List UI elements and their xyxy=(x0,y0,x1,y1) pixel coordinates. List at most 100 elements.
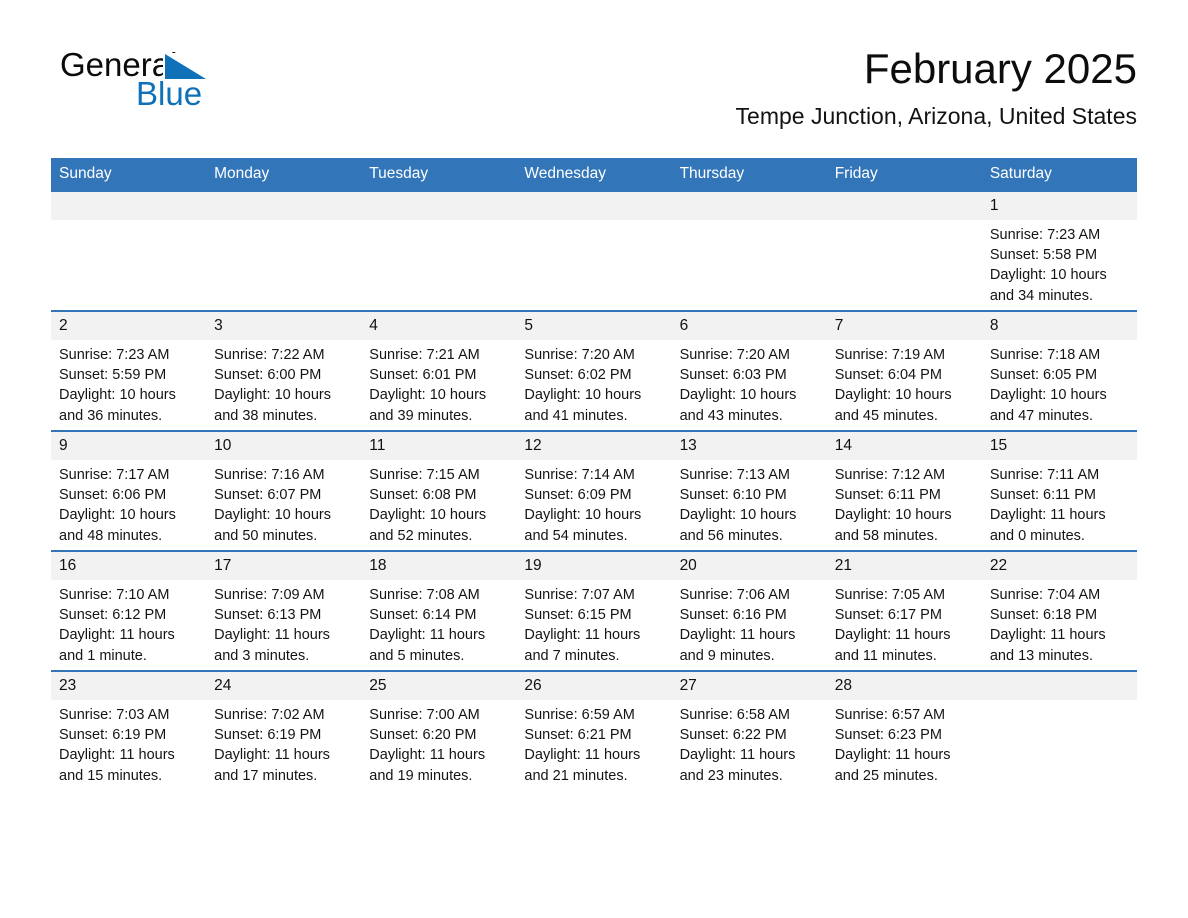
daylight-text: Daylight: 11 hours and 9 minutes. xyxy=(679,627,796,664)
day-details: Sunrise: 7:16 AM Sunset: 6:07 PM Daylight:… xyxy=(206,460,361,546)
sunrise-text: Sunrise: 6:59 AM xyxy=(524,707,635,723)
sunrise-text: Sunrise: 7:22 AM xyxy=(214,347,325,363)
daylight-text: Daylight: 10 hours and 41 minutes. xyxy=(524,387,642,424)
calendar-day-cell[interactable]: 3 Sunrise: 7:22 AM Sunset: 6:00 PM Daylight… xyxy=(206,310,362,431)
title-block: February 2025 Tempe Junction, Arizona, U… xyxy=(736,44,1137,130)
calendar-day-cell[interactable]: 23 Sunrise: 7:03 AM Sunset: 6:19 PM Dayligh… xyxy=(51,670,207,790)
location-subtitle: Tempe Junction, Arizona, United States xyxy=(735,103,1137,129)
day-number xyxy=(516,192,672,220)
calendar-day-cell[interactable]: 26 Sunrise: 6:59 AM Sunset: 6:21 PM Dayligh… xyxy=(516,670,672,790)
day-cell-inner: 6 Sunrise: 7:20 AM Sunset: 6:03 PM Daylight… xyxy=(671,312,827,430)
day-number: 10 xyxy=(206,432,362,460)
daylight-text: Daylight: 10 hours and 45 minutes. xyxy=(834,387,952,424)
calendar-day-cell[interactable]: 19 Sunrise: 7:07 AM Sunset: 6:15 PM Dayligh… xyxy=(516,550,672,671)
calendar-day-cell[interactable]: 13 Sunrise: 7:13 AM Sunset: 6:10 PM Dayligh… xyxy=(671,430,827,551)
sunset-text: Sunset: 6:12 PM xyxy=(59,607,167,624)
sunrise-text: Sunrise: 7:20 AM xyxy=(524,347,635,363)
general-blue-logo[interactable]: General Blue xyxy=(60,48,380,112)
calendar-day-cell[interactable]: 5 Sunrise: 7:20 AM Sunset: 6:02 PM Daylight… xyxy=(516,310,672,431)
calendar-day-cell[interactable]: 27 Sunrise: 6:58 AM Sunset: 6:22 PM Dayligh… xyxy=(671,670,827,790)
day-number: 26 xyxy=(516,672,672,700)
day-details: Sunrise: 7:02 AM Sunset: 6:19 PM Daylight:… xyxy=(206,700,361,786)
daylight-text: Daylight: 11 hours and 7 minutes. xyxy=(524,627,641,664)
day-cell-inner: 7 Sunrise: 7:19 AM Sunset: 6:04 PM Daylight… xyxy=(826,312,982,430)
day-number: 21 xyxy=(826,552,982,580)
calendar-cell-empty xyxy=(826,190,982,311)
calendar-week-row: 16 Sunrise: 7:10 AM Sunset: 6:12 PM Dayligh… xyxy=(51,550,1137,671)
calendar-day-cell[interactable]: 4 Sunrise: 7:21 AM Sunset: 6:01 PM Daylight… xyxy=(361,310,517,431)
day-details: Sunrise: 7:07 AM Sunset: 6:15 PM Daylight:… xyxy=(516,580,671,666)
daylight-text: Daylight: 11 hours and 3 minutes. xyxy=(214,627,330,664)
calendar-week-row: 23 Sunrise: 7:03 AM Sunset: 6:19 PM Dayligh… xyxy=(51,670,1137,790)
weekday-header-sunday: Sunday xyxy=(51,158,207,191)
calendar-day-cell[interactable]: 25 Sunrise: 7:00 AM Sunset: 6:20 PM Dayligh… xyxy=(361,670,517,790)
sunrise-text: Sunrise: 7:08 AM xyxy=(369,587,480,603)
page-title: February 2025 xyxy=(863,45,1137,92)
daylight-text: Daylight: 10 hours and 34 minutes. xyxy=(989,267,1107,304)
calendar-day-cell[interactable]: 2 Sunrise: 7:23 AM Sunset: 5:59 PM Daylight… xyxy=(51,310,207,431)
sunrise-text: Sunrise: 7:03 AM xyxy=(59,707,170,723)
calendar-day-cell[interactable]: 7 Sunrise: 7:19 AM Sunset: 6:04 PM Daylight… xyxy=(826,310,982,431)
calendar-day-cell[interactable]: 15 Sunrise: 7:11 AM Sunset: 6:11 PM Dayligh… xyxy=(981,430,1137,551)
calendar-day-cell[interactable]: 1 Sunrise: 7:23 AM Sunset: 5:58 PM Daylight… xyxy=(981,190,1137,311)
calendar-day-cell[interactable]: 22 Sunrise: 7:04 AM Sunset: 6:18 PM Dayligh… xyxy=(981,550,1137,671)
calendar-cell-empty xyxy=(981,670,1137,790)
page-header: General Blue February 2025 Tempe Junctio… xyxy=(51,0,1137,129)
day-cell-inner: 2 Sunrise: 7:23 AM Sunset: 5:59 PM Daylight… xyxy=(51,312,207,430)
day-details: Sunrise: 7:15 AM Sunset: 6:08 PM Daylight:… xyxy=(361,460,516,546)
sunset-text: Sunset: 6:16 PM xyxy=(679,607,787,624)
sunset-text: Sunset: 6:22 PM xyxy=(679,727,787,744)
calendar-day-cell[interactable]: 6 Sunrise: 7:20 AM Sunset: 6:03 PM Daylight… xyxy=(671,310,827,431)
calendar-week-row: 9 Sunrise: 7:17 AM Sunset: 6:06 PM Daylight… xyxy=(51,430,1137,551)
day-details: Sunrise: 7:12 AM Sunset: 6:11 PM Daylight:… xyxy=(827,460,982,546)
calendar-day-cell[interactable]: 24 Sunrise: 7:02 AM Sunset: 6:19 PM Dayligh… xyxy=(206,670,362,790)
sunset-text: Sunset: 6:23 PM xyxy=(834,727,942,744)
day-details: Sunrise: 7:22 AM Sunset: 6:00 PM Daylight:… xyxy=(206,340,361,426)
sunrise-text: Sunrise: 6:58 AM xyxy=(679,707,790,723)
sunset-text: Sunset: 6:10 PM xyxy=(679,487,787,504)
day-cell-inner xyxy=(51,192,207,310)
daylight-text: Daylight: 10 hours and 58 minutes. xyxy=(834,507,952,544)
calendar-day-cell[interactable]: 11 Sunrise: 7:15 AM Sunset: 6:08 PM Dayligh… xyxy=(361,430,517,551)
sunset-text: Sunset: 6:21 PM xyxy=(524,727,632,744)
day-number xyxy=(981,672,1137,700)
daylight-text: Daylight: 11 hours and 25 minutes. xyxy=(834,747,951,784)
sunset-text: Sunset: 6:11 PM xyxy=(834,487,941,504)
day-cell-inner: 15 Sunrise: 7:11 AM Sunset: 6:11 PM Dayligh… xyxy=(981,432,1137,550)
calendar-day-cell[interactable]: 17 Sunrise: 7:09 AM Sunset: 6:13 PM Dayligh… xyxy=(206,550,362,671)
day-cell-inner: 11 Sunrise: 7:15 AM Sunset: 6:08 PM Dayligh… xyxy=(361,432,517,550)
calendar-day-cell[interactable]: 20 Sunrise: 7:06 AM Sunset: 6:16 PM Dayligh… xyxy=(671,550,827,671)
sunset-text: Sunset: 6:15 PM xyxy=(524,607,632,624)
day-number: 24 xyxy=(206,672,362,700)
day-cell-inner: 19 Sunrise: 7:07 AM Sunset: 6:15 PM Dayligh… xyxy=(516,552,672,670)
day-cell-inner: 16 Sunrise: 7:10 AM Sunset: 6:12 PM Dayligh… xyxy=(51,552,207,670)
day-number: 8 xyxy=(981,312,1137,340)
day-cell-inner: 3 Sunrise: 7:22 AM Sunset: 6:00 PM Daylight… xyxy=(206,312,362,430)
calendar-day-cell[interactable]: 14 Sunrise: 7:12 AM Sunset: 6:11 PM Dayligh… xyxy=(826,430,982,551)
day-number: 6 xyxy=(671,312,827,340)
sunset-text: Sunset: 6:02 PM xyxy=(524,367,632,384)
calendar-day-cell[interactable]: 10 Sunrise: 7:16 AM Sunset: 6:07 PM Dayligh… xyxy=(206,430,362,551)
weekday-header-friday: Friday xyxy=(826,158,982,191)
calendar-cell-empty xyxy=(671,190,827,311)
daylight-text: Daylight: 11 hours and 19 minutes. xyxy=(369,747,486,784)
day-details: Sunrise: 7:18 AM Sunset: 6:05 PM Daylight:… xyxy=(982,340,1137,426)
weekday-header-thursday: Thursday xyxy=(671,158,827,191)
daylight-text: Daylight: 11 hours and 15 minutes. xyxy=(59,747,175,784)
day-number: 7 xyxy=(826,312,982,340)
sunrise-text: Sunrise: 7:09 AM xyxy=(214,587,325,603)
sunset-text: Sunset: 6:19 PM xyxy=(214,727,322,744)
calendar-day-cell[interactable]: 8 Sunrise: 7:18 AM Sunset: 6:05 PM Daylight… xyxy=(981,310,1137,431)
day-cell-inner: 4 Sunrise: 7:21 AM Sunset: 6:01 PM Daylight… xyxy=(361,312,517,430)
day-cell-inner: 14 Sunrise: 7:12 AM Sunset: 6:11 PM Dayligh… xyxy=(826,432,982,550)
calendar-day-cell[interactable]: 21 Sunrise: 7:05 AM Sunset: 6:17 PM Dayligh… xyxy=(826,550,982,671)
day-number: 1 xyxy=(981,192,1137,220)
calendar-day-cell[interactable]: 16 Sunrise: 7:10 AM Sunset: 6:12 PM Dayligh… xyxy=(51,550,207,671)
sunset-text: Sunset: 5:58 PM xyxy=(989,247,1098,264)
calendar-day-cell[interactable]: 28 Sunrise: 6:57 AM Sunset: 6:23 PM Dayligh… xyxy=(826,670,982,790)
calendar-day-cell[interactable]: 9 Sunrise: 7:17 AM Sunset: 6:06 PM Daylight… xyxy=(51,430,207,551)
sunset-text: Sunset: 6:13 PM xyxy=(214,607,322,624)
day-details: Sunrise: 7:08 AM Sunset: 6:14 PM Daylight:… xyxy=(361,580,516,666)
calendar-day-cell[interactable]: 18 Sunrise: 7:08 AM Sunset: 6:14 PM Dayligh… xyxy=(361,550,517,671)
calendar-day-cell[interactable]: 12 Sunrise: 7:14 AM Sunset: 6:09 PM Dayligh… xyxy=(516,430,672,551)
